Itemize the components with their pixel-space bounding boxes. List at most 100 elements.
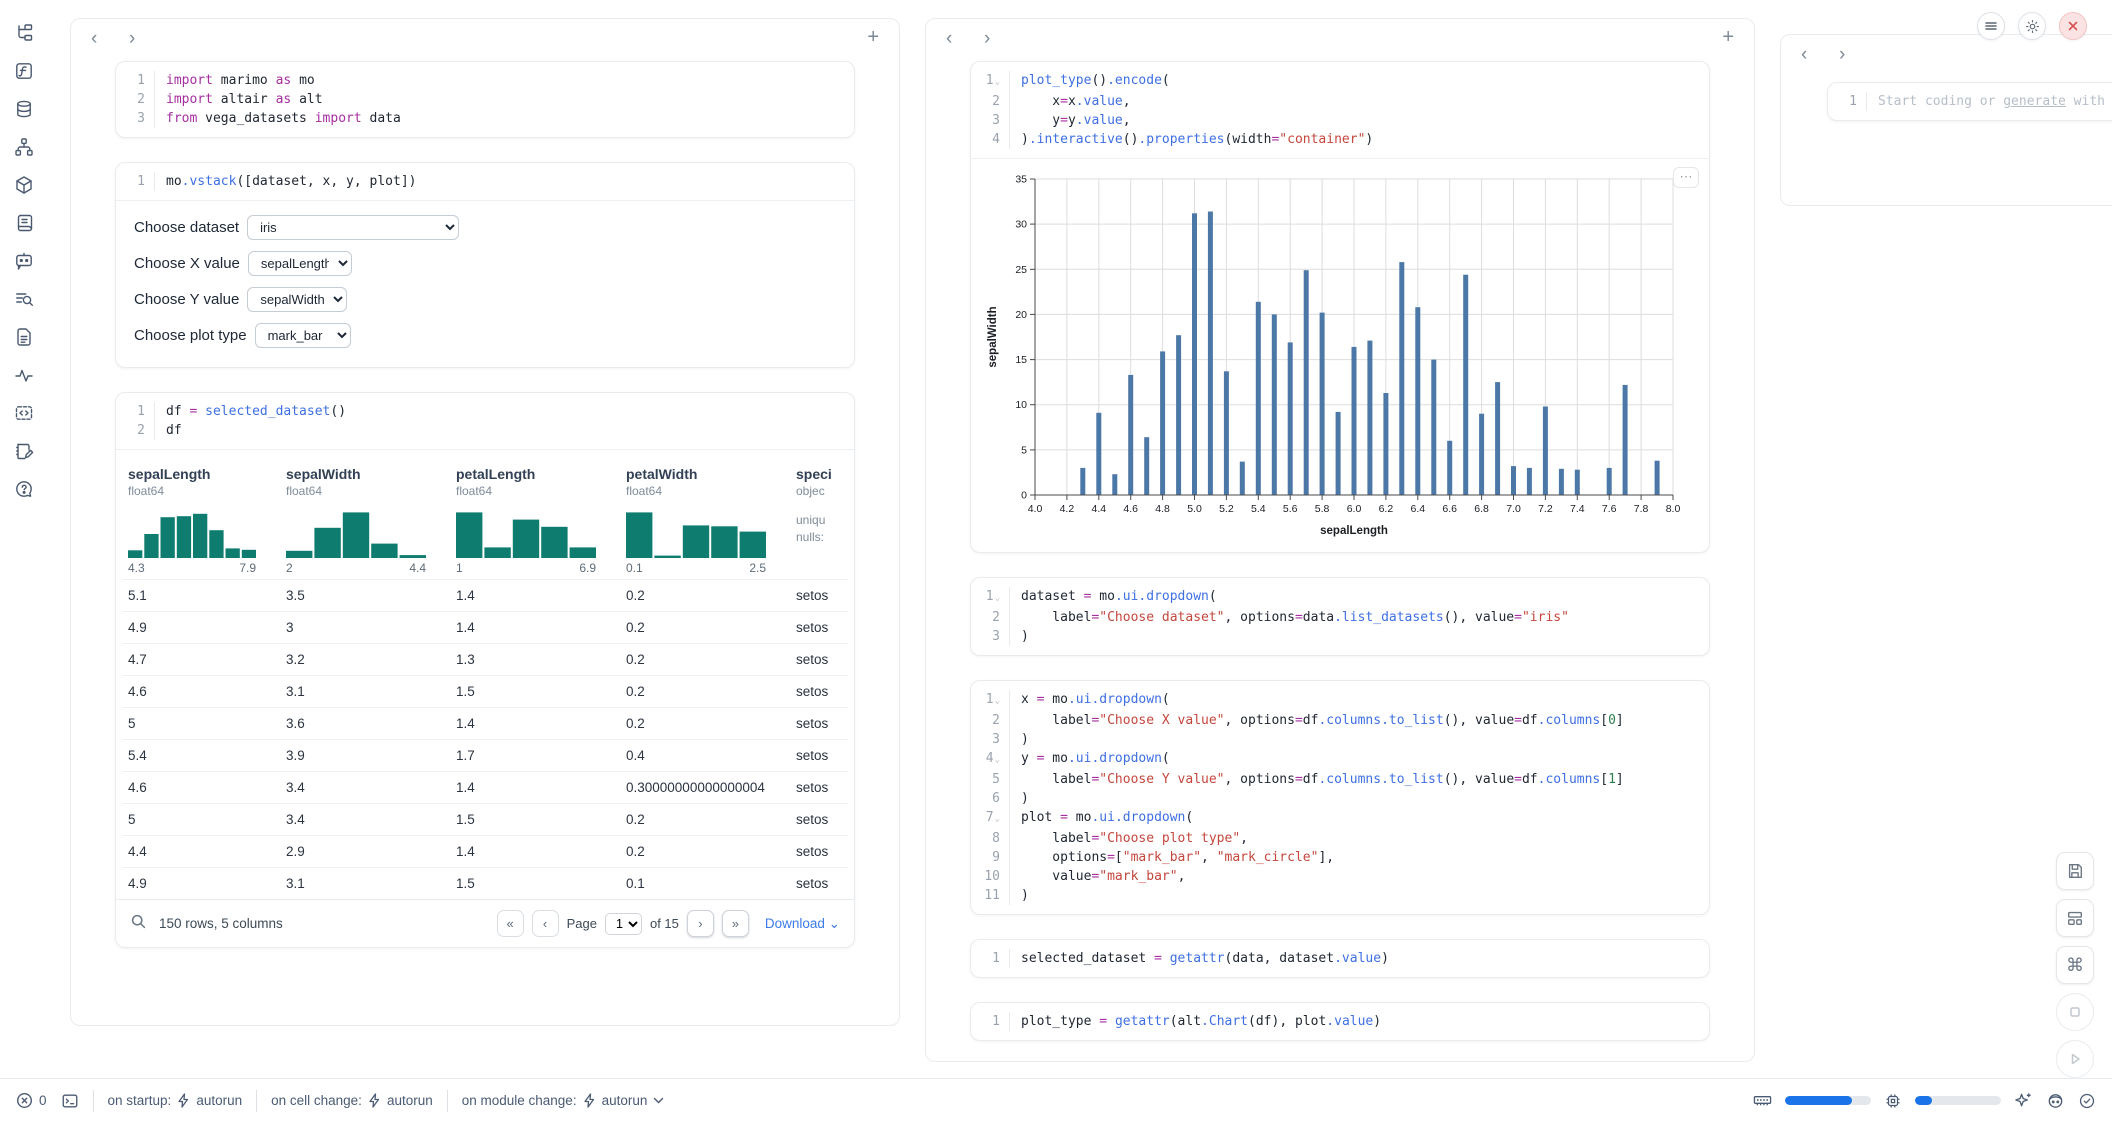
cell-xy-dropdowns[interactable]: 1⌄x = mo.ui.dropdown(2 label="Choose X v… (970, 680, 1710, 915)
column-expand-right-icon[interactable]: › (129, 28, 135, 50)
database-icon[interactable] (13, 98, 35, 120)
cell-plot-type[interactable]: 1plot_type = getattr(alt.Chart(df), plot… (970, 1002, 1710, 1041)
code-editor[interactable]: 1mo.vstack([dataset, x, y, plot]) (116, 163, 854, 200)
run-button[interactable] (2056, 1040, 2094, 1078)
add-cell-button[interactable]: + (867, 26, 879, 49)
add-cell-button[interactable]: + (1722, 26, 1734, 49)
cell-empty[interactable]: 1 Start coding or generate with AI (1827, 82, 2112, 121)
code-editor[interactable]: 1⌄dataset = mo.ui.dropdown(2 label="Choo… (971, 578, 1709, 655)
cell-imports[interactable]: 1import marimo as mo2import altair as al… (115, 61, 855, 138)
menu-button[interactable] (1977, 12, 2005, 40)
code-snippet-icon[interactable] (13, 402, 35, 424)
function-icon[interactable] (13, 60, 35, 82)
cell-dataset-dropdown[interactable]: 1⌄dataset = mo.ui.dropdown(2 label="Choo… (970, 577, 1710, 656)
ai-sparkles-button[interactable] (2014, 1091, 2033, 1110)
column-collapse-left-icon[interactable]: ‹ (1801, 44, 1807, 66)
cell-dataframe[interactable]: 1df = selected_dataset()2df sepalLengthf… (115, 392, 855, 948)
activity-icon[interactable] (13, 364, 35, 386)
code-line: 1mo.vstack([dataset, x, y, plot]) (116, 172, 854, 191)
stop-button[interactable] (2056, 993, 2094, 1031)
help-icon[interactable] (13, 478, 35, 500)
table-cell: 3.5 (280, 580, 450, 611)
settings-gear-button[interactable] (2018, 12, 2046, 40)
column-collapse-left-icon[interactable]: ‹ (91, 28, 97, 50)
table-row[interactable]: 5.43.91.70.4setos (122, 739, 848, 771)
terminal-button[interactable] (61, 1092, 79, 1110)
copilot-bot-button[interactable] (2046, 1091, 2065, 1110)
control-dropdown[interactable]: mark_bar (255, 323, 351, 348)
file-tree-icon[interactable] (13, 22, 35, 44)
search-icon[interactable] (130, 913, 147, 935)
table-cell: setos (790, 676, 848, 707)
table-cell: 1.3 (450, 644, 620, 675)
sitemap-icon[interactable] (13, 136, 35, 158)
table-row[interactable]: 53.61.40.2setos (122, 707, 848, 739)
chart-options-button[interactable]: ⋯ (1673, 167, 1699, 188)
table-column-header[interactable]: petalWidthfloat640.12.5 (620, 456, 790, 579)
svg-text:6.6: 6.6 (1442, 503, 1457, 515)
save-button[interactable] (2056, 852, 2094, 890)
table-cell: setos (790, 868, 848, 899)
code-placeholder[interactable]: Start coding or generate with AI (1866, 92, 2112, 111)
table-row[interactable]: 53.41.50.2setos (122, 803, 848, 835)
fold-chevron-icon[interactable]: ⌄ (995, 77, 1000, 87)
cell-vstack[interactable]: 1mo.vstack([dataset, x, y, plot]) Choose… (115, 162, 855, 368)
svg-text:20: 20 (1015, 309, 1027, 321)
code-editor[interactable]: 1import marimo as mo2import altair as al… (116, 62, 854, 137)
table-row[interactable]: 4.63.41.40.30000000000000004setos (122, 771, 848, 803)
control-dropdown[interactable]: iris (247, 215, 459, 240)
table-row[interactable]: 4.63.11.50.2setos (122, 675, 848, 707)
scratchpad-icon[interactable] (13, 440, 35, 462)
table-row[interactable]: 4.931.40.2setos (122, 611, 848, 643)
table-column-header[interactable]: petalLengthfloat6416.9 (450, 456, 620, 579)
chat-bot-icon[interactable] (13, 250, 35, 272)
svg-text:25: 25 (1015, 264, 1027, 276)
fold-chevron-icon[interactable]: ⌄ (995, 755, 1000, 765)
search-list-icon[interactable] (13, 288, 35, 310)
code-editor[interactable]: 1⌄x = mo.ui.dropdown(2 label="Choose X v… (971, 681, 1709, 914)
layout-panels-button[interactable] (2056, 899, 2094, 937)
cell-plot[interactable]: 1⌄plot_type().encode(2 x=x.value,3 y=y.v… (970, 61, 1710, 553)
on-module-change-setting[interactable]: on module change: autorun (462, 1093, 665, 1108)
table-column-header[interactable]: sepalWidthfloat6424.4 (280, 456, 450, 579)
table-row[interactable]: 4.42.91.40.2setos (122, 835, 848, 867)
connection-status-button[interactable] (2078, 1092, 2096, 1110)
download-link[interactable]: Download ⌄ (765, 916, 840, 932)
command-palette-button[interactable]: ⌘ (2056, 946, 2094, 984)
table-cell: 3.4 (280, 772, 450, 803)
control-dropdown[interactable]: sepalWidth (247, 287, 347, 312)
column-expand-right-icon[interactable]: › (984, 28, 990, 50)
package-icon[interactable] (13, 174, 35, 196)
first-page-button[interactable]: « (497, 910, 524, 937)
document-icon[interactable] (13, 326, 35, 348)
generate-ai-link[interactable]: generate (2003, 94, 2066, 109)
code-editor[interactable]: 1df = selected_dataset()2df (116, 393, 854, 449)
code-editor[interactable]: 1plot_type = getattr(alt.Chart(df), plot… (971, 1003, 1709, 1040)
fold-chevron-icon[interactable]: ⌄ (995, 696, 1000, 706)
code-editor[interactable]: 1⌄plot_type().encode(2 x=x.value,3 y=y.v… (971, 62, 1709, 158)
cell-selected-dataset[interactable]: 1selected_dataset = getattr(data, datase… (970, 939, 1710, 978)
prev-page-button[interactable]: ‹ (532, 910, 559, 937)
on-startup-setting[interactable]: on startup: autorun (108, 1093, 243, 1108)
code-line: 3from vega_datasets import data (116, 109, 854, 128)
fold-chevron-icon[interactable]: ⌄ (995, 593, 1000, 603)
page-select[interactable]: 1 (605, 913, 642, 935)
table-row[interactable]: 4.93.11.50.1setos (122, 867, 848, 899)
table-column-header[interactable]: speciobjecuniqunulls: (790, 456, 848, 579)
table-cell: setos (790, 772, 848, 803)
table-column-header[interactable]: sepalLengthfloat644.37.9 (122, 456, 280, 579)
script-icon[interactable] (13, 212, 35, 234)
next-page-button[interactable]: › (687, 910, 714, 937)
page-total-label: of 15 (650, 916, 679, 931)
fold-chevron-icon[interactable]: ⌄ (995, 814, 1000, 824)
code-editor[interactable]: 1selected_dataset = getattr(data, datase… (971, 940, 1709, 977)
column-collapse-left-icon[interactable]: ‹ (946, 28, 952, 50)
table-row[interactable]: 4.73.21.30.2setos (122, 643, 848, 675)
column-expand-right-icon[interactable]: › (1839, 44, 1845, 66)
table-row[interactable]: 5.13.51.40.2setos (122, 579, 848, 611)
shutdown-button[interactable] (2059, 12, 2087, 40)
last-page-button[interactable]: » (722, 910, 749, 937)
on-cell-change-setting[interactable]: on cell change: autorun (271, 1093, 433, 1108)
errors-indicator[interactable]: 0 (16, 1092, 47, 1109)
control-dropdown[interactable]: sepalLength (248, 251, 352, 276)
